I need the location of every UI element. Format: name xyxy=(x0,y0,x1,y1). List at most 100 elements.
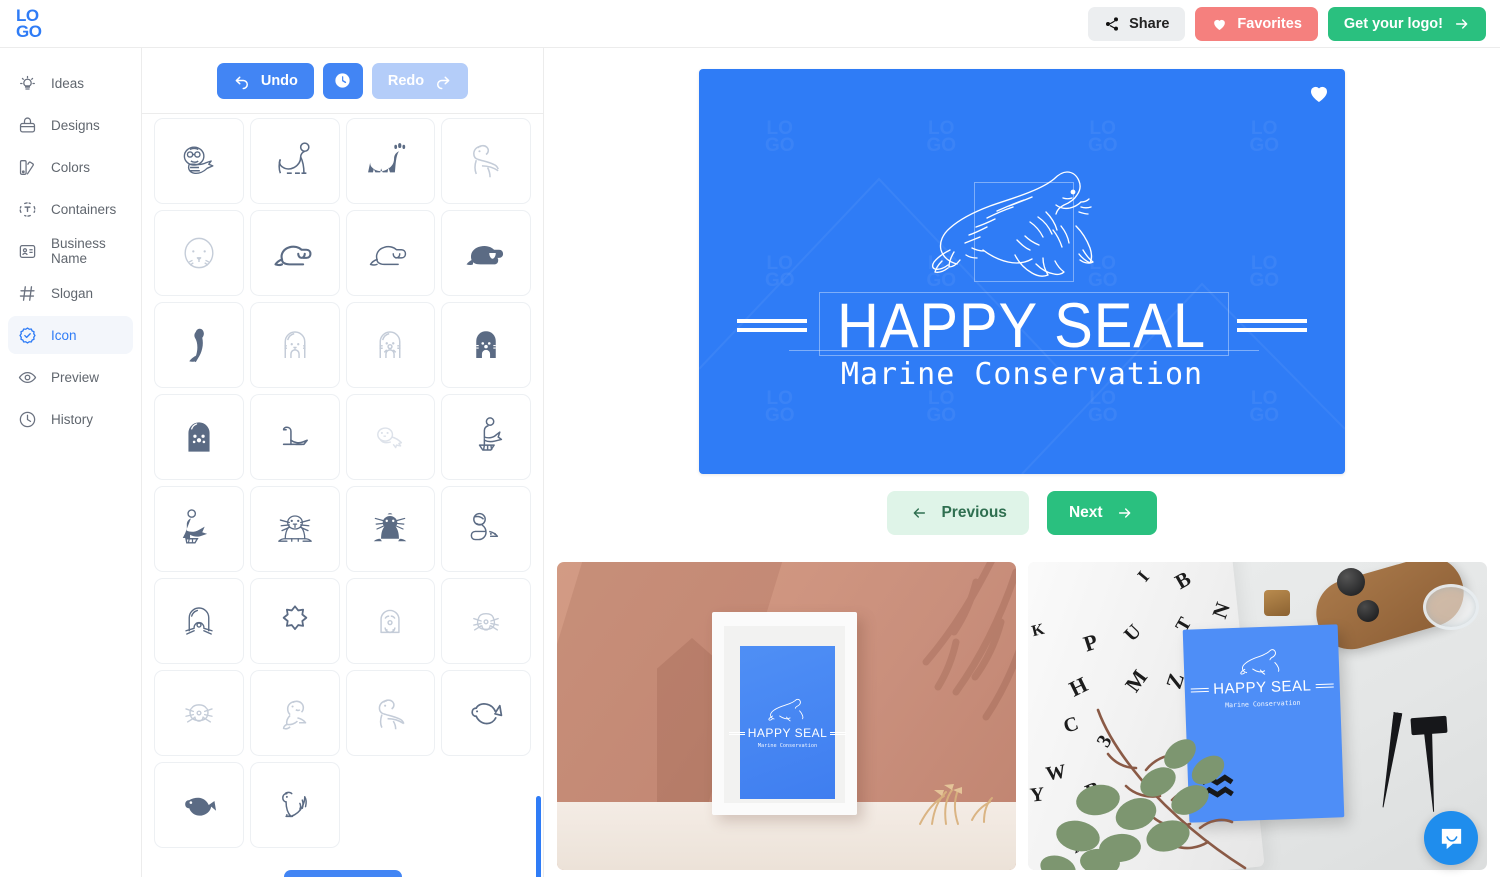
app-logo[interactable]: LO GO xyxy=(16,5,56,43)
redo-arrow-icon xyxy=(434,72,452,90)
icon-cell[interactable] xyxy=(345,302,436,388)
sidebar-item-icon[interactable]: Icon xyxy=(8,316,133,354)
mockup-logo-title: HAPPY SEAL xyxy=(1212,677,1312,698)
icon-cell[interactable] xyxy=(249,762,340,848)
icon-cell[interactable] xyxy=(154,486,244,572)
icon-cell[interactable] xyxy=(249,394,340,480)
next-button[interactable]: Next xyxy=(1046,491,1157,535)
icon-cell[interactable] xyxy=(249,670,340,756)
redo-button[interactable]: Redo xyxy=(371,62,469,99)
icon-cell[interactable] xyxy=(154,210,244,296)
sidebar-item-colors[interactable]: Colors xyxy=(8,148,133,186)
dried-flowers xyxy=(919,784,993,825)
previous-button[interactable]: Previous xyxy=(887,491,1029,535)
icon-cell[interactable] xyxy=(345,670,436,756)
intercom-chat-launcher[interactable] xyxy=(1424,811,1478,865)
top-header: LO GO Share Favorites Get your logo! xyxy=(0,0,1500,48)
get-your-logo-button[interactable]: Get your logo! xyxy=(1327,7,1486,41)
history-button[interactable] xyxy=(322,62,363,99)
icon-panel: Undo Redo xyxy=(142,48,544,877)
logo-slogan[interactable]: Marine Conservation xyxy=(841,357,1203,392)
sidebar-item-preview[interactable]: Preview xyxy=(8,358,133,396)
clock-icon xyxy=(18,410,37,429)
icon-cell[interactable] xyxy=(441,210,531,296)
logo-preview-card[interactable]: LO GO LO GO LO GO LO GO LO GO LO GO LO GO LO GO … xyxy=(699,69,1345,474)
favorites-label: Favorites xyxy=(1237,16,1302,32)
icon-cell[interactable] xyxy=(249,578,340,664)
arrow-left-icon xyxy=(909,505,929,521)
decor-lines-right xyxy=(1236,319,1307,332)
chat-bubble-icon xyxy=(1441,828,1461,849)
icon-cell[interactable] xyxy=(345,394,436,480)
icon-grid-scroll-area[interactable] xyxy=(142,114,543,877)
ink-bottle-large xyxy=(1337,568,1365,596)
selection-box-title[interactable] xyxy=(819,292,1229,356)
undo-label: Undo xyxy=(260,72,298,89)
sidebar-item-label: History xyxy=(51,411,94,427)
hash-icon xyxy=(18,284,37,303)
selection-box-icon[interactable] xyxy=(974,182,1074,282)
favorites-button[interactable]: Favorites xyxy=(1195,7,1318,41)
icon-cell[interactable] xyxy=(154,302,244,388)
panel-scrollbar-thumb[interactable] xyxy=(536,796,541,877)
icon-cell[interactable] xyxy=(154,394,244,480)
sidebar-item-designs[interactable]: Designs xyxy=(8,106,133,144)
sidebar-item-containers[interactable]: Containers xyxy=(8,190,133,228)
icon-cell[interactable] xyxy=(345,486,436,572)
sidebar-item-label: Ideas xyxy=(51,75,85,91)
sidebar-item-history[interactable]: History xyxy=(8,400,133,438)
sidebar-item-label: Slogan xyxy=(51,285,94,301)
icon-cell[interactable] xyxy=(249,486,340,572)
arrow-right-icon xyxy=(1115,505,1135,521)
icon-cell[interactable] xyxy=(249,210,340,296)
favorite-heart-icon[interactable] xyxy=(1307,81,1331,105)
picture-frame: HAPPY SEAL Marine Conservation xyxy=(712,612,857,815)
bulldog-clip xyxy=(1264,590,1290,616)
share-label: Share xyxy=(1129,16,1170,32)
icon-cell[interactable] xyxy=(154,118,244,204)
mockup-gallery: HAPPY SEAL Marine Conservation B I N T P… xyxy=(557,562,1487,870)
sidebar-item-label: Colors xyxy=(51,159,91,175)
icon-cell[interactable] xyxy=(154,670,244,756)
framed-poster-mockup[interactable]: HAPPY SEAL Marine Conservation xyxy=(557,562,1016,870)
mockup-logo-slogan: Marine Conservation xyxy=(757,743,818,749)
poster-artwork: HAPPY SEAL Marine Conservation xyxy=(728,646,847,799)
bag-icon xyxy=(18,116,37,135)
icon-grid xyxy=(154,114,531,848)
eye-icon xyxy=(18,368,37,387)
icon-cell[interactable] xyxy=(345,578,436,664)
icon-cell[interactable] xyxy=(154,578,244,664)
check-badge-icon xyxy=(18,326,37,345)
icon-cell[interactable] xyxy=(441,118,531,204)
id-card-icon xyxy=(18,242,37,261)
sidebar-item-label: Preview xyxy=(51,369,100,385)
sidebar-item-label: Icon xyxy=(51,327,77,343)
clock-icon xyxy=(333,71,352,90)
ink-bottle-small xyxy=(1357,600,1379,622)
lightbulb-icon xyxy=(18,74,37,93)
icon-cell[interactable] xyxy=(249,118,340,204)
icon-cell[interactable] xyxy=(441,394,531,480)
icon-cell[interactable] xyxy=(154,762,244,848)
icon-cell[interactable] xyxy=(249,302,340,388)
icon-cell[interactable] xyxy=(441,578,531,664)
mockup-logo-title: HAPPY SEAL xyxy=(747,726,828,740)
icon-cell[interactable] xyxy=(441,486,531,572)
decor-lines-left xyxy=(737,319,808,332)
icon-cell[interactable] xyxy=(345,210,436,296)
share-button[interactable]: Share xyxy=(1088,7,1186,41)
undo-button[interactable]: Undo xyxy=(216,62,314,99)
icon-cell[interactable] xyxy=(345,118,436,204)
sidebar-item-slogan[interactable]: Slogan xyxy=(8,274,133,312)
sidebar-item-business-name[interactable]: Business Name xyxy=(8,232,133,270)
icon-cell[interactable] xyxy=(441,302,531,388)
sidebar-item-ideas[interactable]: Ideas xyxy=(8,64,133,102)
icon-cell[interactable] xyxy=(441,670,531,756)
logo-stage: HAPPY SEAL Marine Conservation xyxy=(699,69,1345,474)
selection-guide-line xyxy=(789,350,1259,352)
stationery-flatlay-mockup[interactable]: B I N T P U Z M H C 3 B W Y C A K xyxy=(1028,562,1487,870)
panel-bottom-action-button[interactable] xyxy=(283,870,402,877)
sidebar: Ideas Designs Colors Containers Business… xyxy=(0,48,142,877)
panel-scrollbar-track[interactable] xyxy=(536,114,542,877)
app-logo-line2: GO xyxy=(16,22,42,41)
